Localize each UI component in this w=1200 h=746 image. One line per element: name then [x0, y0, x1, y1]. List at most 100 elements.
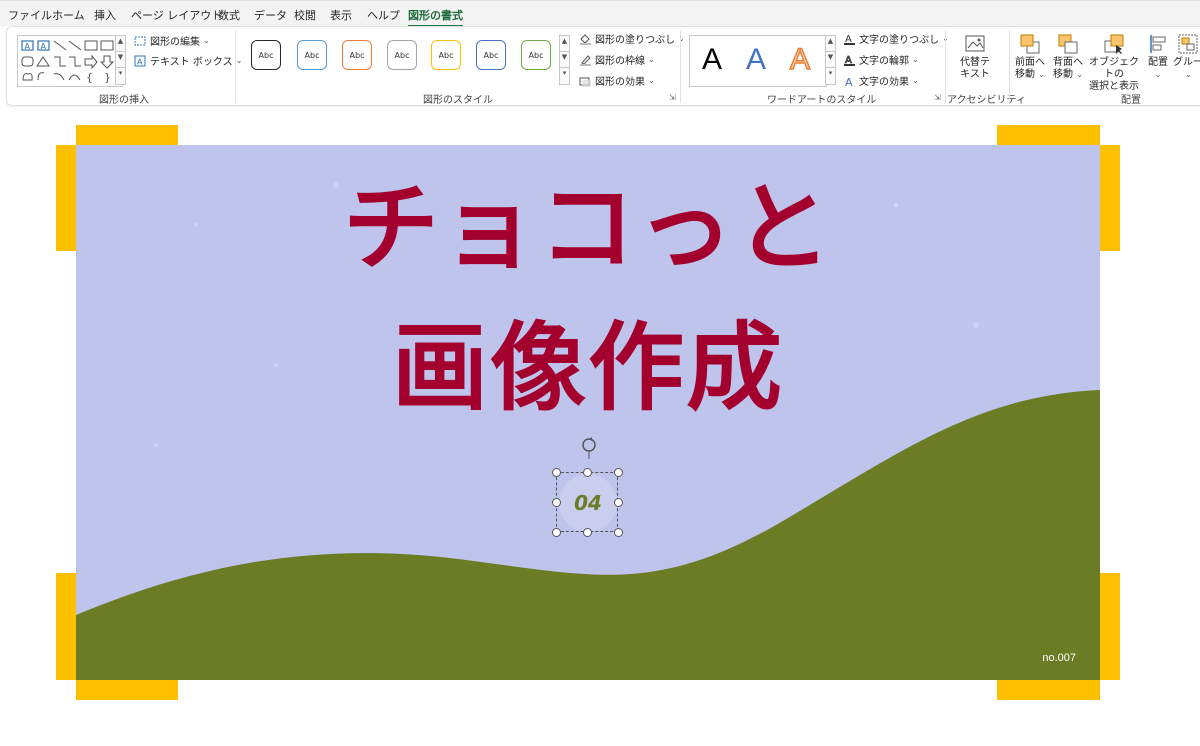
group-separator	[1009, 31, 1010, 103]
shape-outline-button[interactable]: 図形の枠線 ⌄	[579, 52, 655, 67]
dialog-launcher-icon[interactable]: ⇲	[669, 93, 676, 102]
corner-bracket-top-left-h	[76, 125, 178, 145]
title-line-2: 画像作成	[392, 312, 784, 424]
text-box-button[interactable]: A テキスト ボックス ⌄	[134, 53, 242, 68]
rotate-handle-icon[interactable]	[579, 437, 599, 459]
shape-effects-icon	[579, 75, 592, 87]
gallery-more[interactable]: ▾	[115, 67, 126, 85]
shape-style-preset-7[interactable]: Abc	[521, 40, 551, 70]
group-label: グループ	[1173, 57, 1200, 68]
alt-text-label-line1: 代替テ	[960, 57, 990, 68]
text-box-label: テキスト ボックス	[150, 57, 233, 68]
dialog-launcher-icon[interactable]: ⇲	[934, 93, 941, 102]
wordart-style-orange[interactable]: A	[789, 42, 811, 78]
chevron-down-icon: ⌄	[235, 56, 243, 65]
tab-shape-format[interactable]: 図形の書式	[408, 7, 463, 27]
shape-fill-button[interactable]: 図形の塗りつぶし ⌄	[579, 31, 685, 46]
corner-bracket-top-right-v	[1100, 145, 1120, 251]
resize-handle-left[interactable]	[552, 498, 561, 507]
edit-shape-label: 図形の編集	[150, 37, 200, 48]
tab-formulas[interactable]: 数式	[218, 7, 240, 23]
text-outline-label: 文字の輪郭	[859, 56, 909, 67]
alt-text-button[interactable]: 代替テ キスト	[957, 33, 993, 81]
style-gallery-more[interactable]: ▾	[559, 67, 570, 85]
shape-style-preset-5[interactable]: Abc	[431, 40, 461, 70]
tab-home[interactable]: ホーム	[52, 7, 85, 23]
selection-pane-button[interactable]: オブジェクトの 選択と表示	[1085, 33, 1143, 93]
send-backward-button[interactable]: 背面へ 移動 ⌄	[1049, 33, 1087, 81]
chevron-down-icon: ⌄	[1076, 70, 1083, 79]
align-icon	[1147, 33, 1169, 55]
shape-style-preset-2[interactable]: Abc	[297, 40, 327, 70]
wordart-more[interactable]: ▾	[825, 67, 836, 85]
gallery-scroll-up[interactable]: ▲	[115, 35, 126, 52]
edit-shape-button[interactable]: 図形の編集 ⌄	[134, 33, 210, 48]
slide-number: no.007	[1042, 652, 1076, 664]
resize-handle-top[interactable]	[583, 468, 592, 477]
group-label-insert-shapes: 図形の挿入	[99, 95, 149, 106]
chevron-down-icon: ⌄	[648, 55, 655, 64]
svg-text:A: A	[41, 42, 47, 51]
chevron-down-icon: ⌄	[1038, 70, 1045, 79]
alt-text-label-line2: キスト	[960, 69, 990, 80]
edit-shape-icon	[134, 35, 147, 47]
bring-forward-icon	[1019, 33, 1041, 55]
tab-insert[interactable]: 挿入	[94, 7, 116, 23]
bring-forward-button[interactable]: 前面へ 移動 ⌄	[1011, 33, 1049, 81]
corner-bracket-top-right-h	[997, 125, 1100, 145]
resize-handle-bottom-left[interactable]	[552, 528, 561, 537]
text-effects-button[interactable]: A 文字の効果 ⌄	[843, 73, 919, 89]
resize-handle-top-right[interactable]	[614, 468, 623, 477]
tab-help[interactable]: ヘルプ	[367, 7, 400, 23]
resize-handle-right[interactable]	[614, 498, 623, 507]
bring-forward-label-line1: 前面へ	[1015, 57, 1045, 68]
tab-view[interactable]: 表示	[330, 7, 352, 23]
slide-image[interactable]: チョコっと 画像作成 no.007	[76, 145, 1100, 680]
align-button[interactable]: 配置 ⌄	[1142, 33, 1174, 81]
svg-text:}: }	[104, 71, 111, 84]
paint-bucket-icon	[579, 33, 592, 45]
tab-data[interactable]: データ	[254, 7, 287, 23]
wordart-style-blue[interactable]: A	[746, 42, 766, 78]
group-separator	[680, 31, 681, 103]
group-label-arrange: 配置	[1121, 95, 1141, 106]
resize-handle-top-left[interactable]	[552, 468, 561, 477]
ribbon: A A { } ▲ ▼ ▾ 図形の編集 ⌄ A テキスト ボックス ⌄ 図形の挿…	[6, 26, 1200, 106]
send-backward-label-line1: 背面へ	[1053, 57, 1083, 68]
gallery-scroll-down[interactable]: ▼	[115, 51, 126, 68]
wordart-scroll-down[interactable]: ▼	[825, 51, 836, 68]
svg-text:A: A	[845, 76, 853, 87]
shape-style-preset-3[interactable]: Abc	[342, 40, 372, 70]
resize-handle-bottom-right[interactable]	[614, 528, 623, 537]
group-button[interactable]: グループ ⌄	[1173, 33, 1200, 81]
group-label-shape-styles: 図形のスタイル	[423, 95, 493, 106]
shape-gallery[interactable]: A A { }	[17, 35, 123, 87]
chevron-down-icon: ⌄	[912, 55, 919, 64]
text-outline-button[interactable]: A 文字の輪郭 ⌄	[843, 52, 919, 67]
text-fill-label: 文字の塗りつぶし	[859, 35, 940, 46]
shape-effects-button[interactable]: 図形の効果 ⌄	[579, 73, 655, 88]
resize-handle-bottom[interactable]	[583, 528, 592, 537]
selection-pane-icon	[1103, 33, 1125, 55]
corner-bracket-bottom-left-v	[56, 573, 76, 680]
shape-style-preset-1[interactable]: Abc	[251, 40, 281, 70]
align-label: 配置	[1148, 57, 1168, 68]
tab-review[interactable]: 校閲	[294, 7, 316, 23]
svg-text:{: {	[86, 71, 93, 84]
shapes-icon: A A { }	[21, 40, 115, 84]
wordart-style-black[interactable]: A	[702, 42, 722, 78]
group-label-accessibility: アクセシビリティ	[947, 95, 1026, 106]
tab-file[interactable]: ファイル	[8, 7, 52, 23]
send-backward-icon	[1057, 33, 1079, 55]
wordart-scroll-up[interactable]: ▲	[825, 35, 836, 52]
shape-effects-label: 図形の効果	[595, 77, 645, 88]
chevron-down-icon: ⌄	[648, 76, 655, 85]
style-gallery-scroll-down[interactable]: ▼	[559, 51, 570, 68]
shape-style-preset-6[interactable]: Abc	[476, 40, 506, 70]
title-line-1: チョコっと	[343, 172, 833, 284]
shape-style-preset-4[interactable]: Abc	[387, 40, 417, 70]
style-gallery-scroll-up[interactable]: ▲	[559, 35, 570, 52]
shape-outline-label: 図形の枠線	[595, 56, 645, 67]
tab-page-layout[interactable]: ページ レイアウト	[131, 7, 222, 23]
text-fill-button[interactable]: A 文字の塗りつぶし ⌄	[843, 31, 949, 46]
